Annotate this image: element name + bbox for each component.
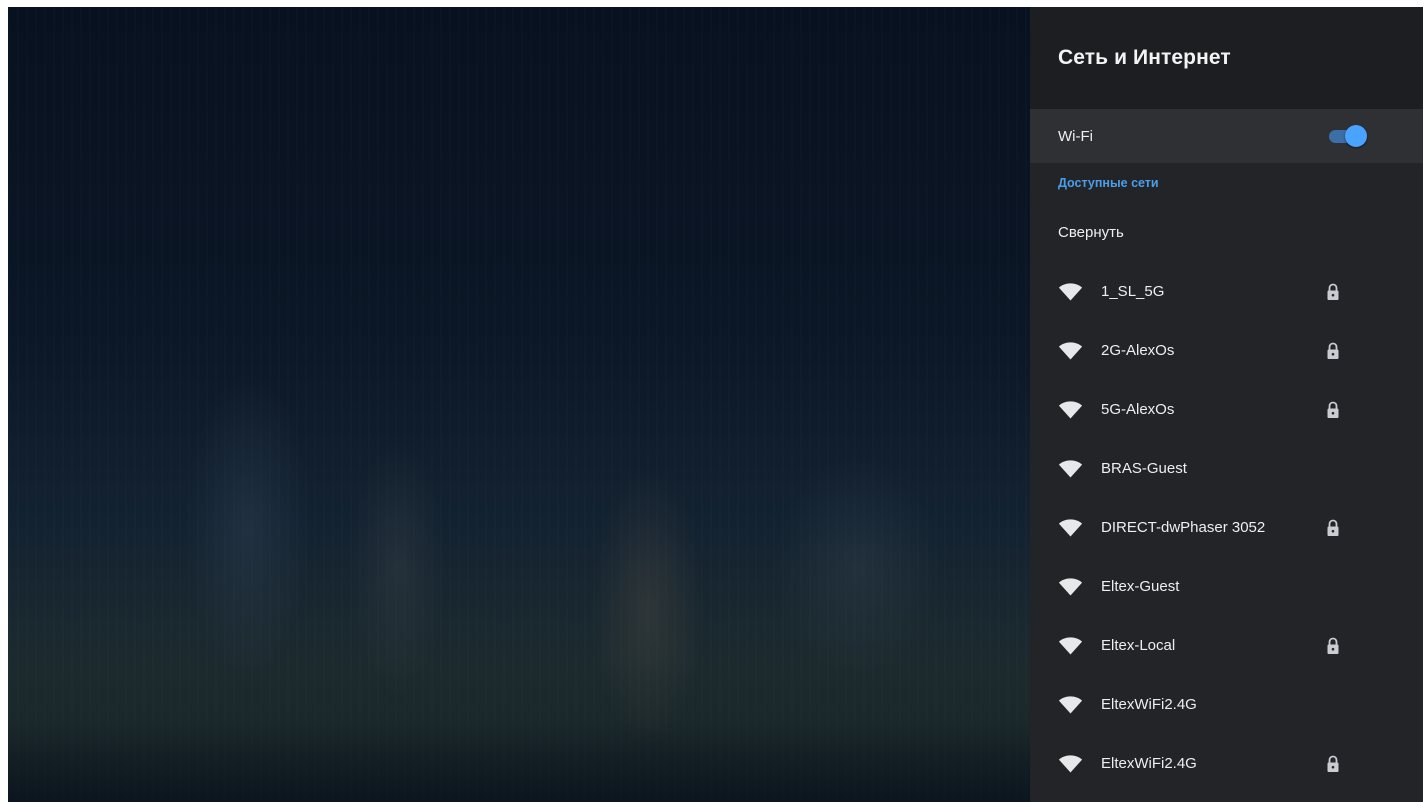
lock-icon: [1327, 637, 1339, 654]
wifi-signal-icon: [1058, 695, 1083, 713]
network-list-item[interactable]: DIRECT-dwPhaser 3052: [1030, 498, 1423, 557]
network-list-item[interactable]: 1_SL_5G: [1030, 262, 1423, 321]
network-name: EltexWiFi2.4G: [1101, 755, 1197, 772]
network-list-item[interactable]: Eltex-Local: [1030, 616, 1423, 675]
network-name: EltexWiFi2.4G: [1101, 696, 1197, 713]
available-networks-header: Доступные сети: [1058, 176, 1159, 190]
wifi-signal-icon: [1058, 754, 1083, 772]
lock-icon: [1327, 755, 1339, 772]
wifi-toggle-row[interactable]: Wi-Fi: [1030, 109, 1423, 163]
page-title: Сеть и Интернет: [1058, 46, 1231, 69]
wifi-signal-icon: [1058, 577, 1083, 595]
lock-icon: [1327, 283, 1339, 300]
wifi-signal-icon: [1058, 400, 1083, 418]
wifi-toggle[interactable]: [1329, 124, 1367, 148]
wifi-signal-icon: [1058, 341, 1083, 359]
network-list-item[interactable]: 2G-AlexOs: [1030, 321, 1423, 380]
network-list-item[interactable]: 5G-AlexOs: [1030, 380, 1423, 439]
toggle-thumb: [1345, 125, 1367, 147]
wifi-signal-icon: [1058, 459, 1083, 477]
top-strip: [0, 0, 1424, 7]
wifi-label: Wi-Fi: [1058, 127, 1093, 145]
panel-header: Сеть и Интернет: [1030, 7, 1423, 109]
network-name: DIRECT-dwPhaser 3052: [1101, 519, 1266, 536]
lock-icon: [1327, 401, 1339, 418]
network-name: Eltex-Guest: [1101, 578, 1180, 595]
screen: Сеть и Интернет Wi-Fi Доступные сети Све…: [0, 0, 1424, 802]
network-name: Eltex-Local: [1101, 637, 1176, 654]
network-list-item[interactable]: Eltex-Guest: [1030, 557, 1423, 616]
collapse-button[interactable]: Свернуть: [1030, 203, 1423, 262]
lock-icon: [1327, 519, 1339, 536]
wifi-signal-icon: [1058, 518, 1083, 536]
network-list-item[interactable]: EltexWiFi2.4G: [1030, 675, 1423, 734]
wifi-signal-icon: [1058, 282, 1083, 300]
network-name: 1_SL_5G: [1101, 283, 1165, 300]
network-name: BRAS-Guest: [1101, 460, 1187, 477]
network-name: 5G-AlexOs: [1101, 401, 1175, 418]
network-name: 2G-AlexOs: [1101, 342, 1175, 359]
lock-icon: [1327, 342, 1339, 359]
network-list: 1_SL_5G 2G-AlexOs 5G-AlexOs BRAS-Guest DIREC…: [1030, 262, 1423, 793]
network-list-item[interactable]: BRAS-Guest: [1030, 439, 1423, 498]
background-wallpaper: [8, 7, 1030, 802]
wifi-signal-icon: [1058, 636, 1083, 654]
network-settings-panel: Сеть и Интернет Wi-Fi Доступные сети Све…: [1030, 7, 1423, 802]
network-list-item[interactable]: EltexWiFi2.4G: [1030, 734, 1423, 793]
